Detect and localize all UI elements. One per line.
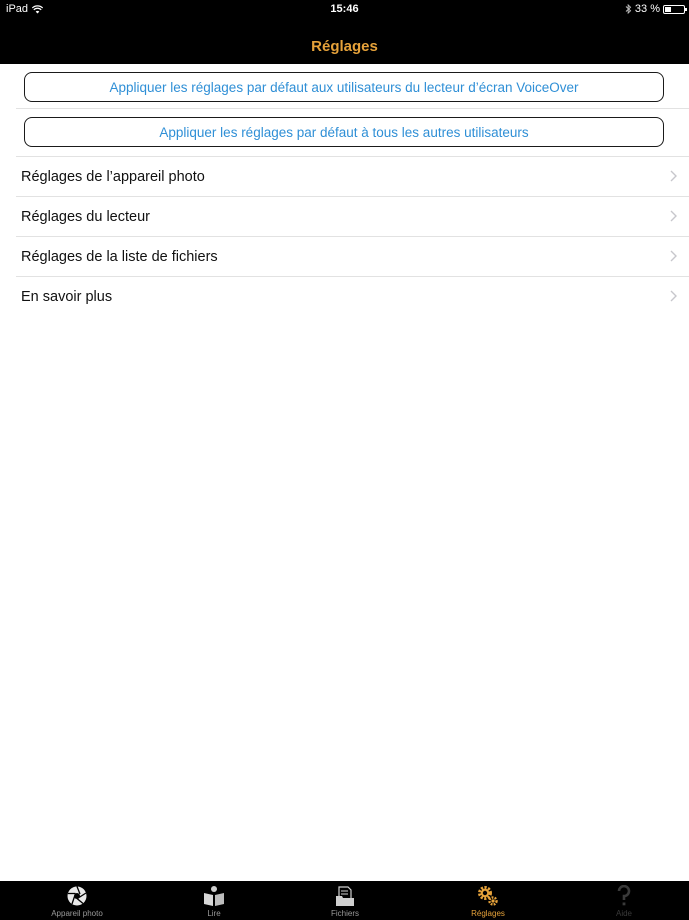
chevron-right-icon (670, 250, 677, 262)
status-time: 15:46 (330, 3, 359, 15)
tab-label: Appareil photo (51, 909, 103, 918)
status-right: 33 % (625, 3, 687, 15)
row-label: Réglages de la liste de fichiers (21, 248, 218, 265)
row-reader-settings[interactable]: Réglages du lecteur (0, 197, 689, 236)
row-file-list-settings[interactable]: Réglages de la liste de fichiers (0, 237, 689, 276)
settings-content: Appliquer les réglages par défaut aux ut… (0, 64, 689, 316)
tab-camera[interactable]: Appareil photo (22, 881, 132, 920)
tab-read[interactable]: Lire (159, 881, 269, 920)
other-defaults-container: Appliquer les réglages par défaut à tous… (0, 109, 689, 156)
row-camera-settings[interactable]: Réglages de l’appareil photo (0, 157, 689, 196)
tab-bar: Appareil photo Lire Fichiers Réglages Ai… (0, 881, 689, 920)
tab-label: Réglages (471, 909, 505, 918)
apply-other-defaults-button[interactable]: Appliquer les réglages par défaut à tous… (24, 117, 664, 147)
row-label: Réglages de l’appareil photo (21, 168, 205, 185)
chevron-right-icon (670, 170, 677, 182)
apply-voiceover-defaults-button[interactable]: Appliquer les réglages par défaut aux ut… (24, 72, 664, 102)
tab-label: Fichiers (330, 909, 359, 918)
camera-aperture-icon (67, 886, 87, 906)
chevron-right-icon (670, 210, 677, 222)
tab-settings[interactable]: Réglages (433, 881, 543, 920)
row-label: En savoir plus (21, 288, 113, 305)
gears-icon (478, 886, 498, 906)
help-icon (617, 885, 631, 906)
tab-label: Lire (207, 909, 221, 918)
battery-fill (665, 6, 671, 12)
tab-label: Aide (615, 909, 632, 918)
status-bar: iPad 15:46 33 % (0, 0, 689, 18)
reader-icon (204, 886, 224, 906)
bluetooth-icon (625, 4, 632, 14)
folder-icon (336, 886, 354, 906)
row-learn-more[interactable]: En savoir plus (0, 277, 689, 316)
chevron-right-icon (670, 290, 677, 302)
battery-percent: 33 % (634, 3, 660, 15)
page-title: Réglages (311, 37, 378, 55)
tab-help[interactable]: Aide (569, 881, 679, 920)
voiceover-defaults-container: Appliquer les réglages par défaut aux ut… (0, 64, 689, 108)
navigation-bar: Réglages (0, 18, 689, 64)
battery-icon (663, 4, 687, 14)
tab-files[interactable]: Fichiers (290, 881, 400, 920)
row-label: Réglages du lecteur (21, 208, 150, 225)
